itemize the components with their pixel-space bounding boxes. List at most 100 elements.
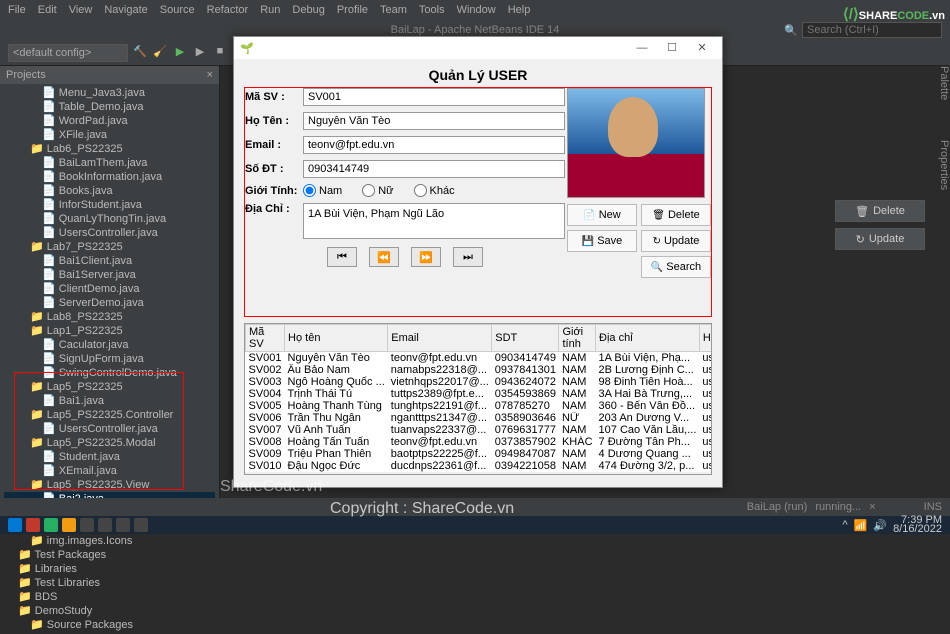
hoten-input[interactable] — [303, 112, 565, 130]
tree-item[interactable]: 📄 BookInformation.java — [4, 170, 215, 184]
start-icon[interactable] — [8, 518, 22, 532]
column-header[interactable]: Địa chỉ — [596, 325, 700, 352]
update-button[interactable]: ↻ Update — [641, 230, 711, 252]
maximize-icon[interactable]: ☐ — [658, 39, 686, 57]
menu-profile[interactable]: Profile — [337, 4, 368, 16]
search-input[interactable] — [802, 22, 942, 38]
tree-item[interactable]: 📁 Source Packages — [4, 618, 215, 632]
ide-menubar[interactable]: FileEditViewNavigateSourceRefactorRunDeb… — [0, 0, 950, 20]
menu-view[interactable]: View — [69, 4, 93, 16]
menu-help[interactable]: Help — [508, 4, 531, 16]
tree-item[interactable]: 📁 Lap5_PS22325.Controller — [4, 408, 215, 422]
run-icon[interactable]: ▶ — [172, 45, 188, 61]
tree-item[interactable]: 📁 Lap5_PS22325 — [4, 380, 215, 394]
tree-item[interactable]: 📄 Bai1Server.java — [4, 268, 215, 282]
menu-source[interactable]: Source — [160, 4, 195, 16]
search-box[interactable]: 🔍 — [784, 22, 942, 38]
user-photo[interactable] — [567, 88, 705, 198]
tree-item[interactable]: 📄 UsersController.java — [4, 226, 215, 240]
app-icon[interactable] — [98, 518, 112, 532]
tree-item[interactable]: 📄 Bai1Client.java — [4, 254, 215, 268]
tree-item[interactable]: 📄 ServerDemo.java — [4, 296, 215, 310]
tree-item[interactable]: 📄 Menu_Java3.java — [4, 86, 215, 100]
tree-item[interactable]: 📄 XFile.java — [4, 128, 215, 142]
clean-icon[interactable]: 🧹 — [152, 45, 168, 61]
tree-item[interactable]: 📁 Lap1_PS22325 — [4, 324, 215, 338]
menu-run[interactable]: Run — [260, 4, 280, 16]
menu-edit[interactable]: Edit — [38, 4, 57, 16]
sodt-input[interactable] — [303, 160, 565, 178]
next-button[interactable]: ⏩ — [411, 247, 441, 267]
app-icon[interactable] — [26, 518, 40, 532]
app-icon[interactable] — [80, 518, 94, 532]
table-row[interactable]: SV006Trần Thu Ngânngantttps21347@...0358… — [246, 412, 713, 424]
users-table[interactable]: Mã SVHọ tênEmailSDTGiới tínhĐịa chỉHình … — [245, 324, 712, 472]
tree-item[interactable]: 📄 InforStudent.java — [4, 198, 215, 212]
tree-item[interactable]: 📄 Table_Demo.java — [4, 100, 215, 114]
update-ref-button[interactable]: ↻ Update — [835, 228, 925, 250]
tree-item[interactable]: 📁 Lab7_PS22325 — [4, 240, 215, 254]
app-icon[interactable] — [44, 518, 58, 532]
app-icon[interactable] — [62, 518, 76, 532]
column-header[interactable]: Hình — [699, 325, 712, 352]
table-row[interactable]: SV010Đậu Ngọc Đứcducdnps22361@f...039422… — [246, 460, 713, 472]
config-combo[interactable]: <default config> — [8, 44, 128, 62]
menu-window[interactable]: Window — [457, 4, 496, 16]
tree-item[interactable]: 📁 Test Libraries — [4, 576, 215, 590]
tree-item[interactable]: 📁 Lab6_PS22325 — [4, 142, 215, 156]
column-header[interactable]: SDT — [492, 325, 559, 352]
wifi-icon[interactable]: 📶 — [854, 519, 868, 532]
tree-item[interactable]: 📁 DemoStudy — [4, 604, 215, 618]
close-icon[interactable]: ✕ — [688, 39, 716, 57]
tree-item[interactable]: 📄 BaiLamThem.java — [4, 156, 215, 170]
new-button[interactable]: 📄 New — [567, 204, 637, 226]
tree-item[interactable]: 📁 BDS — [4, 590, 215, 604]
tree-item[interactable]: 📄 Student.java — [4, 450, 215, 464]
hammer-icon[interactable]: 🔨 — [132, 45, 148, 61]
radio-nu[interactable]: Nữ — [362, 184, 393, 197]
volume-icon[interactable]: 🔊 — [873, 519, 887, 532]
tree-item[interactable]: 📁 Test Packages — [4, 548, 215, 562]
column-header[interactable]: Email — [388, 325, 492, 352]
tree-item[interactable]: 📁 Lap5_PS22325.Modal — [4, 436, 215, 450]
dialog-titlebar[interactable]: 🌱 — ☐ ✕ — [234, 37, 722, 59]
tree-item[interactable]: 📄 UsersController.java — [4, 422, 215, 436]
windows-taskbar[interactable]: ^ 📶 🔊 7:39 PM 8/16/2022 — [0, 516, 950, 534]
table-row[interactable]: SV009Triệu Phan Thiênbaotptps22225@f...0… — [246, 448, 713, 460]
menu-refactor[interactable]: Refactor — [207, 4, 249, 16]
first-button[interactable]: ⏮ — [327, 247, 357, 267]
masv-input[interactable] — [303, 88, 565, 106]
tree-item[interactable]: 📄 WordPad.java — [4, 114, 215, 128]
table-row[interactable]: SV008Hoàng Tấn Tuấnteonv@fpt.edu.vn03738… — [246, 436, 713, 448]
app-icon[interactable] — [134, 518, 148, 532]
save-button[interactable]: 💾 Save — [567, 230, 637, 252]
delete-ref-button[interactable]: 🗑 Delete — [835, 200, 925, 222]
menu-tools[interactable]: Tools — [419, 4, 445, 16]
table-row[interactable]: SV004Trịnh Thái Tútuttps2389@fpt.e...035… — [246, 388, 713, 400]
table-row[interactable]: SV005Hoàng Thanh Tùngtunghtps22191@f...0… — [246, 400, 713, 412]
tree-item[interactable]: 📄 XEmail.java — [4, 464, 215, 478]
table-row[interactable]: SV002Âu Bảo Namnamabps22318@...093784130… — [246, 364, 713, 376]
tree-item[interactable]: 📁 Lab8_PS22325 — [4, 310, 215, 324]
delete-button[interactable]: 🗑 Delete — [641, 204, 711, 226]
right-tool-tabs[interactable]: Palette Properties — [932, 66, 950, 190]
tree-item[interactable]: 📄 ClientDemo.java — [4, 282, 215, 296]
column-header[interactable]: Họ tên — [285, 325, 388, 352]
radio-nam[interactable]: Nam — [303, 184, 342, 197]
close-icon[interactable]: × — [207, 69, 213, 81]
project-tree[interactable]: 📄 Menu_Java3.java📄 Table_Demo.java📄 Word… — [0, 84, 219, 634]
diachi-input[interactable] — [303, 203, 565, 239]
minimize-icon[interactable]: — — [628, 39, 656, 57]
table-row[interactable]: SV003Ngô Hoàng Quốc ...vietnhqps22017@..… — [246, 376, 713, 388]
close-task-icon[interactable]: × — [869, 501, 875, 513]
email-input[interactable] — [303, 136, 565, 154]
last-button[interactable]: ⏭ — [453, 247, 483, 267]
menu-navigate[interactable]: Navigate — [104, 4, 147, 16]
menu-debug[interactable]: Debug — [292, 4, 324, 16]
debug-icon[interactable]: ▶ — [192, 45, 208, 61]
column-header[interactable]: Mã SV — [246, 325, 285, 352]
app-icon[interactable] — [116, 518, 130, 532]
search-button[interactable]: 🔍 Search — [641, 256, 711, 278]
tree-item[interactable]: 📄 Books.java — [4, 184, 215, 198]
radio-khac[interactable]: Khác — [414, 184, 455, 197]
